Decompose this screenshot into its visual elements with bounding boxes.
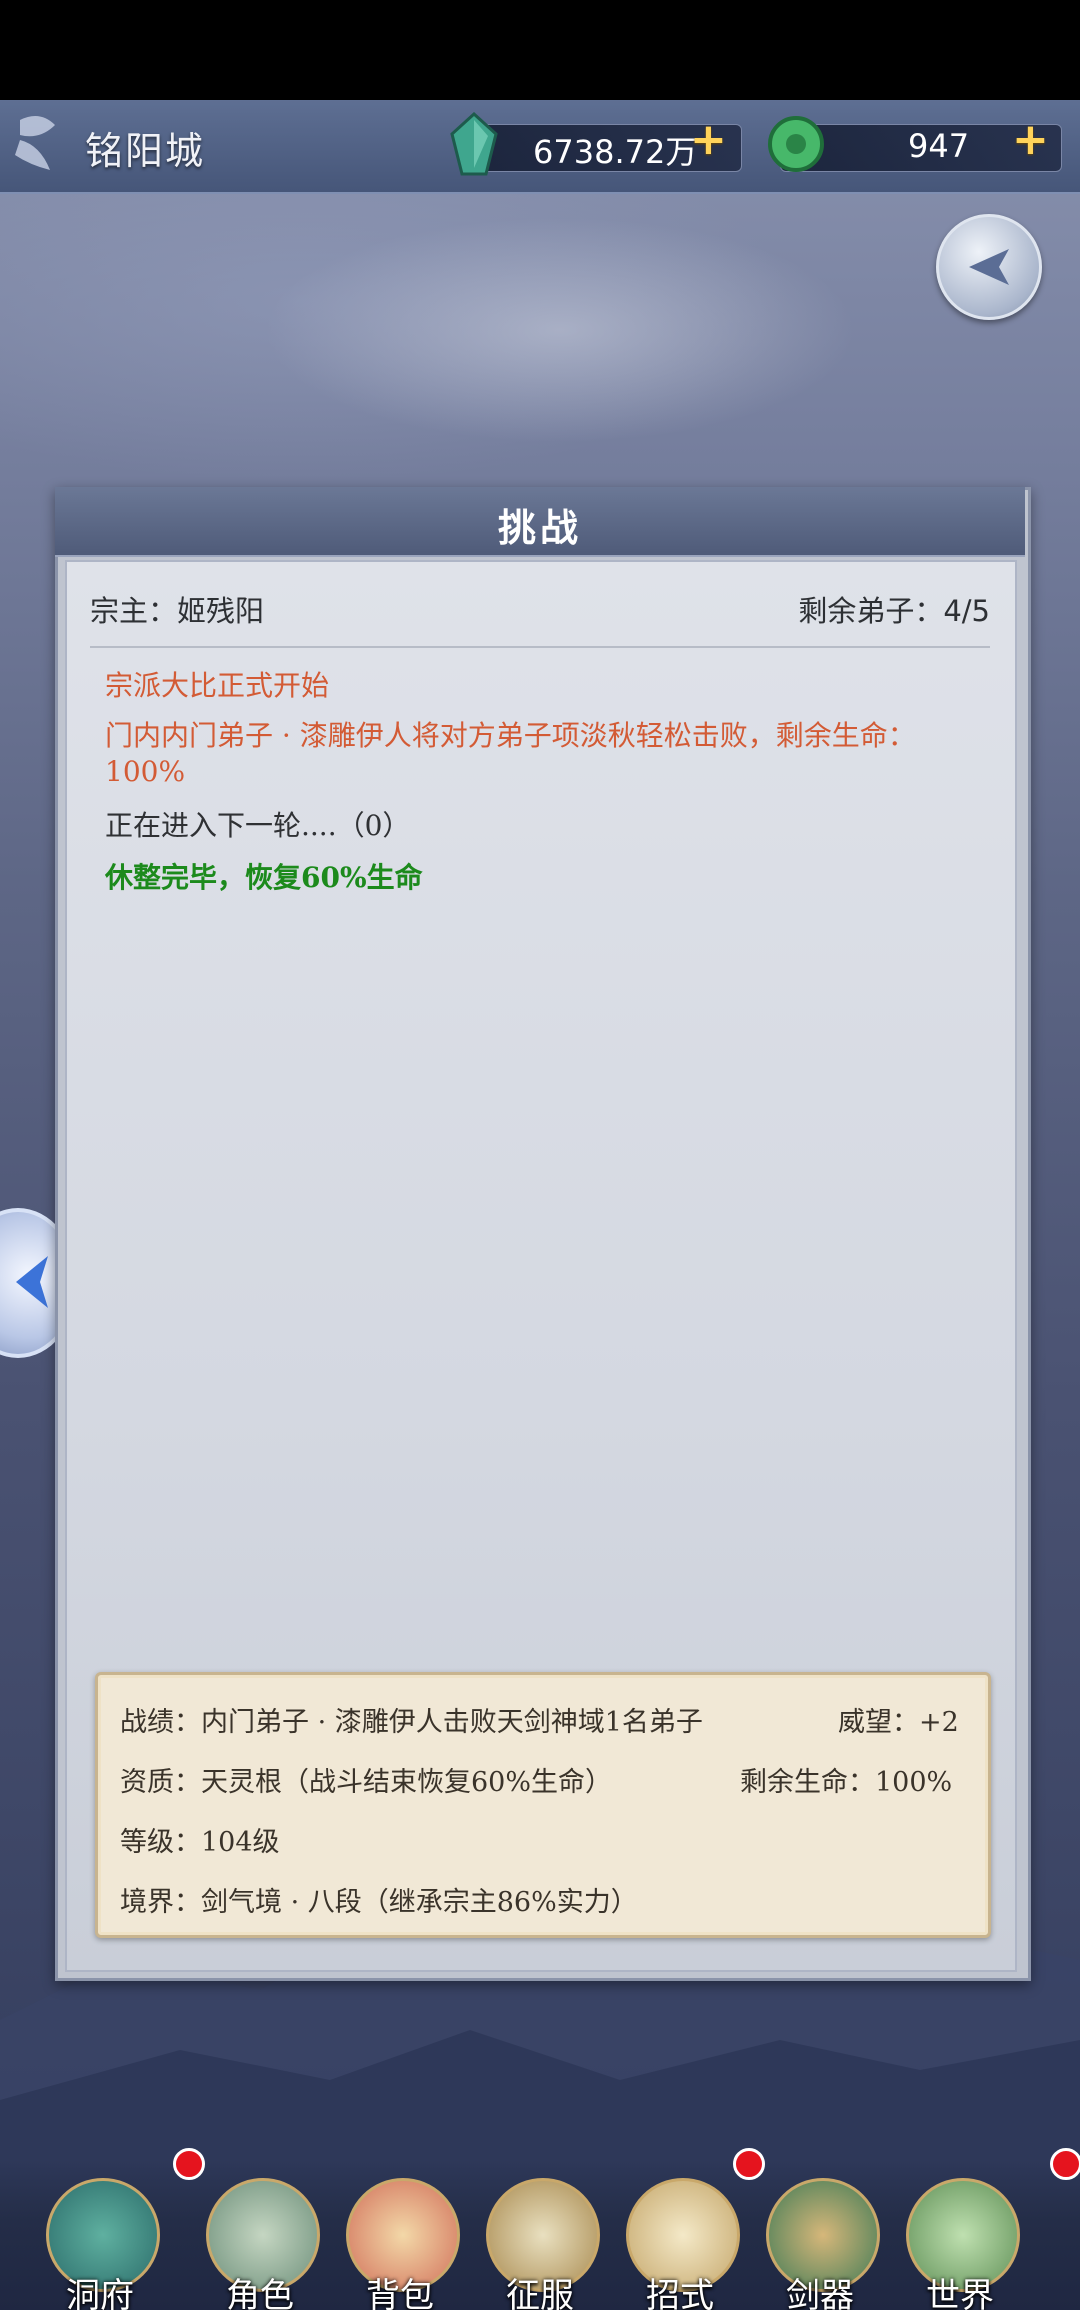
nav-world[interactable]: 世界 xyxy=(900,2170,1020,2310)
battle-log-line: 宗派大比正式开始 xyxy=(105,669,330,702)
nav-label: 背包 xyxy=(366,2276,434,2310)
remaining-hp: 剩余生命：100% xyxy=(740,1767,953,1798)
back-button[interactable] xyxy=(936,214,1042,320)
battle-log-line: 休整完毕，恢复60%生命 xyxy=(105,861,423,894)
header-divider xyxy=(90,646,990,648)
realm: 境界：剑气境 · 八段（继承宗主86%实力） xyxy=(120,1887,638,1918)
nav-label: 征服 xyxy=(506,2276,574,2310)
nav-bag[interactable]: 背包 xyxy=(340,2170,460,2310)
battle-log-line: 门内内门弟子 · 漆雕伊人将对方弟子项淡秋轻松击败，剩余生命：100% xyxy=(105,719,916,788)
panel-title: 挑战 xyxy=(497,506,582,550)
back-arrow-icon xyxy=(969,249,1009,285)
add-spirit-stone-button[interactable]: + xyxy=(690,114,727,165)
notification-badge xyxy=(1050,2148,1080,2180)
aptitude: 资质：天灵根（战斗结束恢复60%生命） xyxy=(120,1767,613,1798)
add-jade-button[interactable]: + xyxy=(1012,114,1049,165)
spirit-stone-value: 6738.72万 xyxy=(533,133,698,171)
sect-leader-label: 宗主：姬残阳 xyxy=(90,594,265,628)
nav-label: 剑器 xyxy=(786,2276,854,2310)
battle-record: 战绩：内门弟子 · 漆雕伊人击败天剑神域1名弟子 xyxy=(120,1707,703,1738)
jade-value: 947 xyxy=(908,127,970,165)
battle-log-line: 正在进入下一轮....（0） xyxy=(105,809,411,842)
nav-moves[interactable]: 招式 xyxy=(620,2170,740,2310)
city-name: 铭阳城 xyxy=(85,129,206,173)
prestige-gain: 威望：+2 xyxy=(838,1707,959,1738)
jade-dragon-icon xyxy=(768,116,824,172)
nav-cave-dwelling[interactable]: 洞府 xyxy=(40,2170,160,2310)
nav-sword-artifact[interactable]: 剑器 xyxy=(760,2170,880,2310)
spirit-stone-icon xyxy=(450,112,498,176)
level: 等级：104级 xyxy=(120,1827,280,1858)
nav-conquer[interactable]: 征服 xyxy=(480,2170,600,2310)
nav-label: 世界 xyxy=(926,2276,994,2310)
remaining-disciples-label: 剩余弟子：4/5 xyxy=(798,594,990,628)
nav-label: 洞府 xyxy=(66,2276,134,2310)
status-bar xyxy=(0,0,1080,100)
butterfly-ornament-icon xyxy=(15,116,55,170)
nav-label: 招式 xyxy=(646,2276,714,2310)
nav-label: 角色 xyxy=(226,2276,294,2310)
nav-character[interactable]: 角色 xyxy=(200,2170,320,2310)
